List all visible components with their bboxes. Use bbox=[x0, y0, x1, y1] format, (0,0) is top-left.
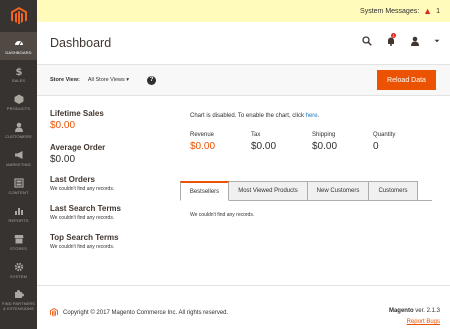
average-order-title: Average Order bbox=[50, 143, 106, 152]
total-label: Quantity bbox=[373, 132, 396, 138]
magento-footer-logo-icon bbox=[50, 308, 58, 317]
version-text: ver. 2.1.3 bbox=[413, 308, 440, 314]
system-messages-bar[interactable]: System Messages: ▲ 1 bbox=[37, 0, 450, 22]
sidebar-item-content[interactable]: CONTENT bbox=[0, 172, 37, 200]
help-icon[interactable]: ? bbox=[147, 75, 157, 85]
brand-name: Magento bbox=[388, 308, 414, 314]
sidebar-item-label: SYSTEM bbox=[9, 273, 28, 279]
sidebar-item-label: CONTENT bbox=[8, 189, 29, 195]
sidebar-item-products[interactable]: PRODUCTS bbox=[0, 88, 37, 116]
system-messages-label: System Messages: bbox=[360, 7, 420, 15]
chart-message-suffix: . bbox=[317, 113, 320, 119]
tab-new-customers[interactable]: New Customers bbox=[308, 181, 369, 201]
user-icon[interactable] bbox=[410, 36, 420, 46]
page-title: Dashboard bbox=[50, 36, 112, 50]
dashboard-tabs: Bestsellers Most Viewed Products New Cus… bbox=[180, 181, 432, 201]
top-search-terms: Top Search Terms We couldn't find any re… bbox=[50, 233, 180, 250]
tab-customers[interactable]: Customers bbox=[369, 181, 418, 201]
sidebar-item-stores[interactable]: STORES bbox=[0, 228, 37, 256]
total-label: Tax bbox=[251, 132, 261, 138]
store-view-label: Store View: bbox=[50, 77, 80, 83]
sidebar-item-label: MARKETING bbox=[6, 161, 31, 167]
gear-icon bbox=[14, 262, 23, 271]
sidebar-item-label: CUSTOMERS bbox=[5, 133, 32, 139]
last-search-terms-empty: We couldn't find any records. bbox=[50, 215, 115, 221]
tab-most-viewed-products[interactable]: Most Viewed Products bbox=[229, 181, 308, 201]
total-value: 0 bbox=[373, 141, 379, 152]
person-icon bbox=[14, 122, 23, 132]
version-info: Magento ver. 2.1.3 bbox=[389, 308, 440, 314]
total-revenue: Revenue $0.00 bbox=[190, 132, 251, 152]
chevron-down-icon[interactable] bbox=[434, 36, 440, 46]
enable-chart-link[interactable]: here bbox=[306, 113, 318, 119]
dashboard-totals: Revenue $0.00 Tax $0.00 Shipping $0.00 Q… bbox=[190, 132, 434, 152]
chart-disabled-message: Chart is disabled. To enable the chart, … bbox=[190, 113, 319, 119]
total-value: $0.00 bbox=[312, 141, 338, 152]
sidebar-item-find-partners[interactable]: FIND PARTNERS & EXTENSIONS bbox=[0, 284, 37, 316]
top-search-terms-title: Top Search Terms bbox=[50, 233, 119, 242]
sidebar-item-customers[interactable]: CUSTOMERS bbox=[0, 116, 37, 144]
sidebar-item-system[interactable]: SYSTEM bbox=[0, 256, 37, 284]
total-label: Shipping bbox=[312, 132, 336, 138]
sidebar-item-label: SALES bbox=[11, 77, 26, 83]
total-quantity: Quantity 0 bbox=[373, 132, 434, 152]
tab-bestsellers[interactable]: Bestsellers bbox=[180, 181, 229, 201]
lifetime-sales-title: Lifetime Sales bbox=[50, 109, 104, 118]
search-icon[interactable] bbox=[362, 36, 372, 46]
page-header: Dashboard 1 bbox=[37, 22, 450, 64]
reload-data-button[interactable]: Reload Data bbox=[377, 70, 436, 90]
total-value: $0.00 bbox=[251, 141, 277, 152]
sidebar-item-label: REPORTS bbox=[8, 217, 29, 223]
svg-text:$: $ bbox=[15, 67, 22, 76]
sidebar-item-label: PRODUCTS bbox=[6, 105, 31, 111]
megaphone-icon bbox=[14, 150, 22, 159]
magento-logo-icon bbox=[10, 7, 27, 25]
total-value: $0.00 bbox=[190, 141, 216, 152]
average-order: Average Order $0.00 bbox=[50, 143, 180, 165]
store-view-select[interactable]: All Store Views ▾ bbox=[88, 77, 129, 83]
store-icon bbox=[14, 234, 23, 243]
sidebar-item-label: DASHBOARD bbox=[5, 49, 32, 55]
average-order-value: $0.00 bbox=[50, 154, 76, 165]
dashboard-icon bbox=[14, 40, 23, 45]
total-tax: Tax $0.00 bbox=[251, 132, 312, 152]
copyright: Copyright © 2017 Magento Commerce Inc. A… bbox=[50, 308, 228, 317]
magento-logo[interactable] bbox=[0, 0, 37, 32]
last-orders-empty: We couldn't find any records. bbox=[50, 186, 115, 192]
last-search-terms: Last Search Terms We couldn't find any r… bbox=[50, 204, 180, 221]
last-orders: Last Orders We couldn't find any records… bbox=[50, 175, 180, 192]
dollar-icon: $ bbox=[15, 67, 22, 76]
page-footer: Copyright © 2017 Magento Commerce Inc. A… bbox=[37, 285, 450, 329]
last-orders-title: Last Orders bbox=[50, 175, 95, 184]
sidebar-item-label: FIND PARTNERS & EXTENSIONS bbox=[1, 301, 36, 311]
lifetime-sales: Lifetime Sales $0.00 bbox=[50, 109, 180, 131]
admin-sidebar: DASHBOARD $ SALES PRODUCTS CUSTOMERS MAR… bbox=[0, 0, 37, 329]
sidebar-item-dashboard[interactable]: DASHBOARD bbox=[0, 32, 37, 60]
system-messages-count: 1 bbox=[436, 7, 440, 15]
report-bugs-link[interactable]: Report Bugs bbox=[407, 319, 440, 325]
bar-chart-icon bbox=[14, 207, 23, 215]
chart-message-text: Chart is disabled. To enable the chart, … bbox=[190, 113, 306, 119]
total-shipping: Shipping $0.00 bbox=[312, 132, 373, 152]
puzzle-icon bbox=[14, 290, 24, 298]
tab-empty-message: We couldn't find any records. bbox=[190, 212, 255, 218]
sidebar-item-marketing[interactable]: MARKETING bbox=[0, 144, 37, 172]
warning-icon: ▲ bbox=[423, 6, 433, 16]
lifetime-sales-value: $0.00 bbox=[50, 120, 76, 131]
notifications-button[interactable]: 1 bbox=[386, 33, 397, 46]
dashboard-stats: Lifetime Sales $0.00 Average Order $0.00… bbox=[50, 109, 180, 250]
total-label: Revenue bbox=[190, 132, 215, 138]
store-view-bar: Store View: All Store Views ▾ ? Reload D… bbox=[37, 64, 450, 96]
copyright-text: Copyright © 2017 Magento Commerce Inc. A… bbox=[63, 309, 229, 316]
sidebar-item-reports[interactable]: REPORTS bbox=[0, 200, 37, 228]
sidebar-item-label: STORES bbox=[10, 245, 27, 251]
cube-icon bbox=[14, 94, 23, 104]
top-search-terms-empty: We couldn't find any records. bbox=[50, 244, 115, 250]
sidebar-item-sales[interactable]: $ SALES bbox=[0, 60, 37, 88]
layout-icon bbox=[13, 177, 24, 188]
last-search-terms-title: Last Search Terms bbox=[50, 204, 121, 213]
header-actions: 1 bbox=[362, 33, 440, 46]
